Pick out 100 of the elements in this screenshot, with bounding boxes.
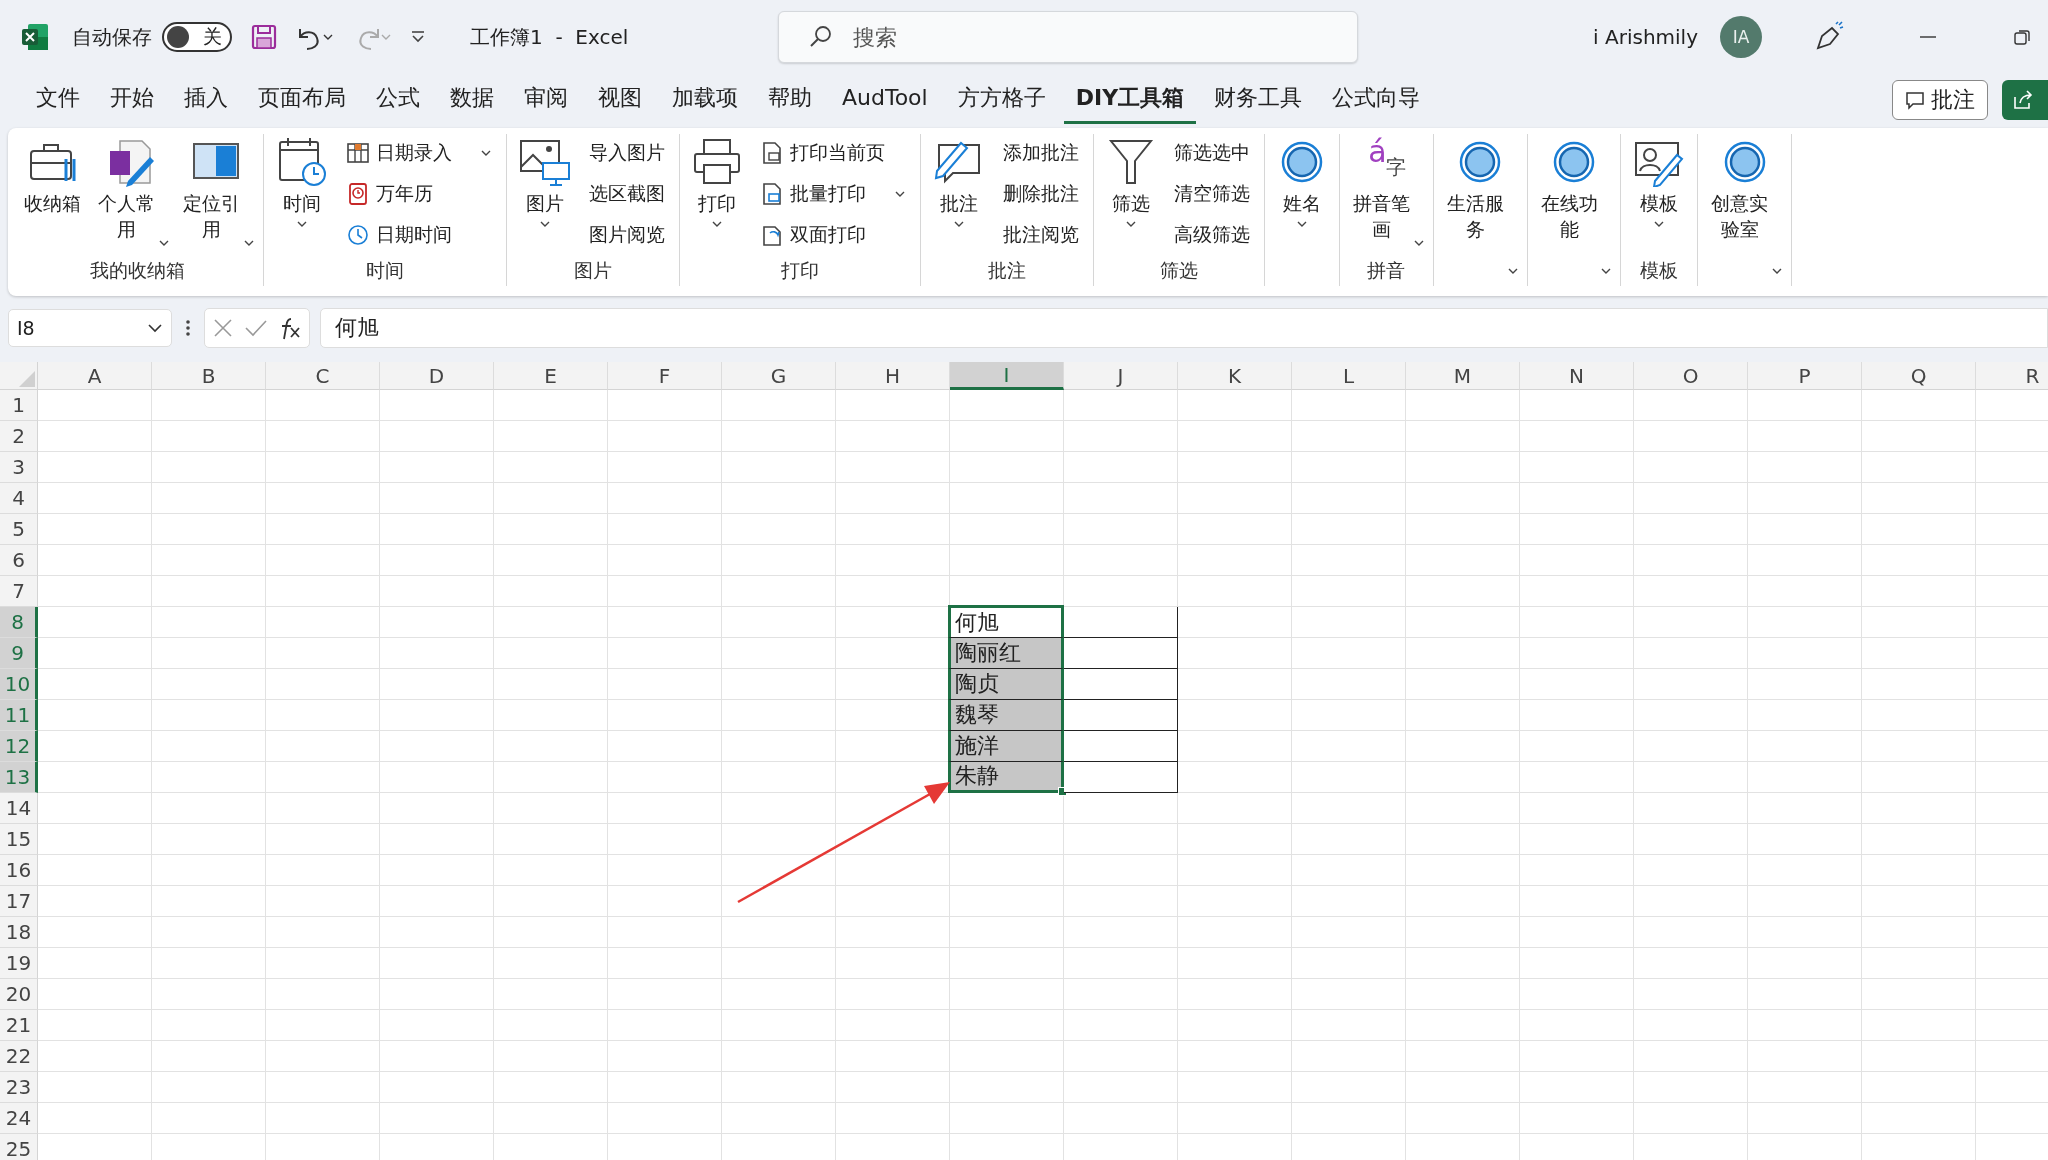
ribbon-button[interactable]: 姓名 — [1272, 134, 1331, 286]
ribbon-tab[interactable]: 帮助 — [756, 76, 824, 124]
column-header[interactable]: P — [1748, 362, 1862, 390]
ribbon-button[interactable]: 筛选选中 — [1167, 136, 1256, 170]
column-header[interactable]: M — [1406, 362, 1520, 390]
row-header[interactable]: 12 — [0, 731, 38, 762]
table-cell[interactable]: 施洋 — [948, 731, 1064, 762]
ribbon-tab[interactable]: 公式向导 — [1320, 76, 1433, 124]
ribbon-button[interactable]: 选区截图 — [582, 177, 671, 211]
ribbon-tab[interactable]: 审阅 — [512, 76, 580, 124]
ribbon-button[interactable]: 删除批注 — [996, 177, 1085, 211]
ribbon-button[interactable]: 在线功能 — [1535, 134, 1613, 286]
ribbon-button[interactable]: 导入图片 — [582, 136, 671, 170]
table-cell[interactable]: 朱静 — [948, 762, 1064, 793]
row-header[interactable]: 7 — [0, 576, 38, 607]
row-header[interactable]: 8 — [0, 607, 38, 638]
column-header[interactable]: L — [1292, 362, 1406, 390]
row-header[interactable]: 15 — [0, 824, 38, 855]
ribbon-button[interactable]: 打印当前页 — [753, 136, 912, 170]
table-cell[interactable] — [1064, 731, 1178, 762]
ribbon-button[interactable]: 筛选 — [1101, 134, 1160, 258]
table-cell[interactable]: 何旭 — [948, 605, 1064, 638]
ribbon-button[interactable]: 日期录入 — [339, 136, 498, 170]
ribbon-tab[interactable]: 数据 — [438, 76, 506, 124]
row-header[interactable]: 10 — [0, 669, 38, 700]
user-avatar[interactable]: IA — [1720, 16, 1762, 58]
column-header[interactable]: J — [1064, 362, 1178, 390]
row-header[interactable]: 1 — [0, 390, 38, 421]
ribbon-tab[interactable]: 公式 — [364, 76, 432, 124]
column-header[interactable]: O — [1634, 362, 1748, 390]
row-header[interactable]: 21 — [0, 1010, 38, 1041]
column-header[interactable]: D — [380, 362, 494, 390]
row-header[interactable]: 13 — [0, 762, 38, 793]
column-header[interactable]: H — [836, 362, 950, 390]
ribbon-tab[interactable]: 财务工具 — [1202, 76, 1315, 124]
ribbon-tab[interactable]: 方方格子 — [945, 76, 1058, 124]
ribbon-button[interactable]: 批量打印 — [753, 177, 912, 211]
ribbon-tab[interactable]: 视图 — [586, 76, 654, 124]
row-header[interactable]: 20 — [0, 979, 38, 1010]
formula-field[interactable]: 何旭 — [320, 308, 2048, 348]
ribbon-button[interactable]: 日期时间 — [339, 218, 498, 252]
more-options-icon[interactable] — [184, 318, 192, 338]
ribbon-tab[interactable]: 开始 — [98, 76, 166, 124]
ribbon-button[interactable]: 添加批注 — [996, 136, 1085, 170]
row-header[interactable]: 9 — [0, 638, 38, 669]
ribbon-tab[interactable]: DIY工具箱 — [1063, 76, 1197, 124]
ribbon-tab[interactable]: 文件 — [24, 76, 92, 124]
ribbon-button[interactable]: 创意实验室 — [1706, 134, 1784, 286]
table-cell[interactable]: 陶丽红 — [948, 638, 1064, 669]
name-box[interactable]: I8 — [8, 309, 172, 347]
ribbon-button[interactable]: 定位引用 — [177, 134, 255, 258]
search-field[interactable]: 搜索 — [778, 11, 1359, 63]
column-header[interactable]: K — [1178, 362, 1292, 390]
ribbon-button[interactable]: 时间 — [271, 134, 332, 258]
row-header[interactable]: 25 — [0, 1134, 38, 1160]
row-header[interactable]: 22 — [0, 1041, 38, 1072]
column-header[interactable]: I — [950, 362, 1064, 390]
row-header[interactable]: 17 — [0, 886, 38, 917]
row-header[interactable]: 18 — [0, 917, 38, 948]
ribbon-button[interactable]: 模板 — [1629, 134, 1690, 258]
column-header[interactable]: R — [1976, 362, 2048, 390]
row-header[interactable]: 2 — [0, 421, 38, 452]
row-header[interactable]: 24 — [0, 1103, 38, 1134]
ribbon-button[interactable]: 个人常用 — [93, 134, 170, 258]
column-header[interactable]: C — [266, 362, 380, 390]
column-header[interactable]: A — [38, 362, 152, 390]
ribbon-button[interactable]: 生活服务 — [1441, 134, 1519, 286]
table-cell[interactable] — [1064, 638, 1178, 669]
row-header[interactable]: 5 — [0, 514, 38, 545]
ribbon-button[interactable]: 收纳箱 — [20, 134, 85, 258]
comments-button[interactable]: 批注 — [1892, 80, 1988, 120]
save-icon[interactable] — [250, 23, 278, 51]
ribbon-tab[interactable]: 插入 — [172, 76, 240, 124]
table-cell[interactable] — [1064, 700, 1178, 731]
ribbon-button[interactable]: 清空筛选 — [1167, 177, 1256, 211]
table-cell[interactable] — [1064, 762, 1178, 793]
ribbon-tab[interactable]: 加载项 — [660, 76, 750, 124]
ribbon-tab[interactable]: AudTool — [830, 79, 940, 121]
table-cell[interactable] — [1064, 669, 1178, 700]
row-header[interactable]: 3 — [0, 452, 38, 483]
column-header[interactable]: G — [722, 362, 836, 390]
autosave-toggle[interactable]: 关 — [162, 22, 232, 52]
ribbon-button[interactable]: 批注阅览 — [996, 218, 1085, 252]
ribbon-button[interactable]: 批注 — [928, 134, 989, 258]
ribbon-button[interactable]: 图片阅览 — [582, 218, 671, 252]
table-cell[interactable]: 魏琴 — [948, 700, 1064, 731]
ribbon-button[interactable]: 万年历 — [339, 177, 498, 211]
table-cell[interactable]: 陶贞 — [948, 669, 1064, 700]
row-header[interactable]: 11 — [0, 700, 38, 731]
column-header[interactable]: Q — [1862, 362, 1976, 390]
row-header[interactable]: 19 — [0, 948, 38, 979]
ribbon-button[interactable]: 双面打印 — [753, 218, 912, 252]
column-header[interactable]: N — [1520, 362, 1634, 390]
column-header[interactable]: F — [608, 362, 722, 390]
ribbon-button[interactable]: 打印 — [687, 134, 746, 258]
ribbon-tab[interactable]: 页面布局 — [246, 76, 358, 124]
table-cell[interactable] — [1064, 607, 1178, 638]
row-header[interactable]: 14 — [0, 793, 38, 824]
row-header[interactable]: 23 — [0, 1072, 38, 1103]
column-header[interactable]: B — [152, 362, 266, 390]
